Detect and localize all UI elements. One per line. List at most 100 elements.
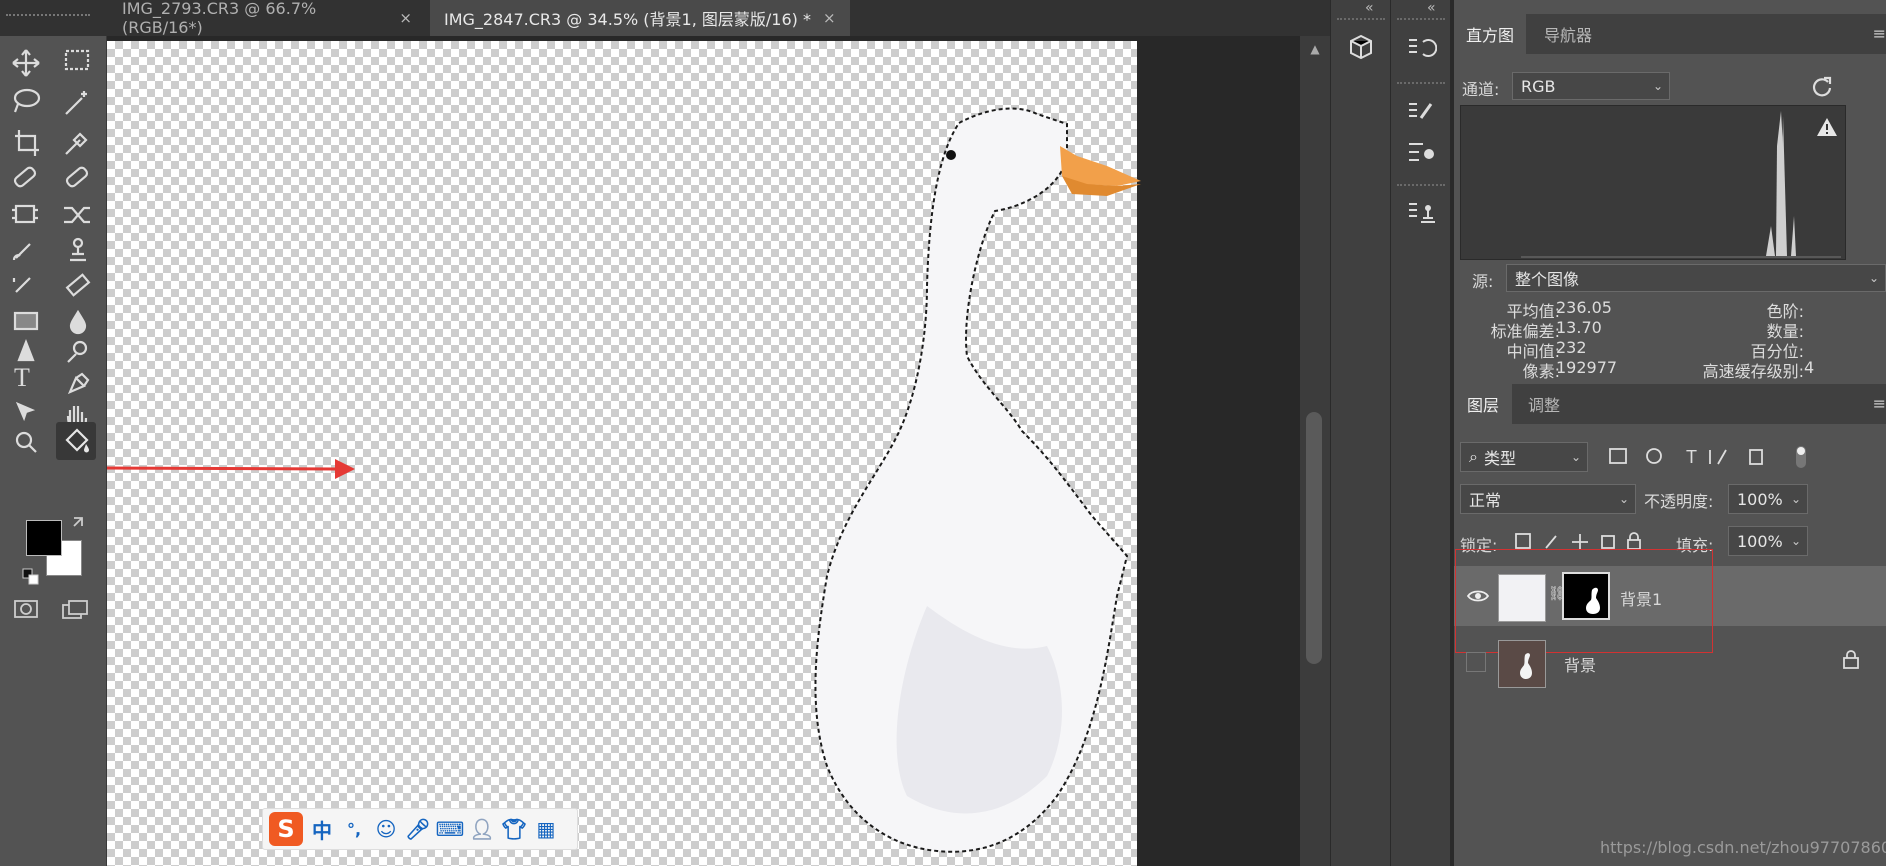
brush-settings-icon[interactable] <box>1405 94 1437 126</box>
lock-transparent-icon <box>1515 533 1531 549</box>
panel-strip-2: « <box>1390 0 1451 866</box>
chevron-down-icon: ⌄ <box>1868 271 1879 285</box>
layer-thumbnail[interactable] <box>1498 640 1546 688</box>
chevron-down-icon: ⌄ <box>1790 492 1801 506</box>
lasso-tool-icon <box>13 88 41 113</box>
clone-source-icon[interactable] <box>1405 196 1437 228</box>
scroll-up-icon[interactable]: ▲ <box>1305 42 1325 62</box>
shirt-icon[interactable]: 👕︎ <box>501 816 527 842</box>
blend-mode-value: 正常 <box>1469 491 1502 510</box>
eyedropper-tool-icon <box>65 132 88 155</box>
histogram-tabs: 直方图 导航器 ≡ <box>1454 14 1886 54</box>
channel-label: 通道: <box>1462 80 1500 99</box>
screen-mode-icon[interactable] <box>60 598 92 622</box>
grid-icon[interactable]: ▦ <box>533 816 559 842</box>
document-tab-img-2847[interactable]: IMG_2847.CR3 @ 34.5% (背景1, 图层蒙版/16) * × <box>430 0 850 36</box>
gradient-tool-icon <box>13 311 39 331</box>
channel-value: RGB <box>1521 76 1556 96</box>
fill-input[interactable]: 100% ⌄ <box>1728 526 1808 556</box>
tab-layers[interactable]: 图层 <box>1454 384 1512 424</box>
stamp-tool-icon <box>70 237 86 262</box>
source-label: 源: <box>1472 272 1494 291</box>
cache-label: 高速缓存级别: <box>1702 362 1804 381</box>
layer-filter-label: 类型 <box>1483 449 1516 468</box>
tab-histogram[interactable]: 直方图 <box>1454 14 1526 54</box>
warning-icon[interactable] <box>1815 116 1839 138</box>
keyboard-icon[interactable]: ⌨︎ <box>436 816 465 842</box>
layer-filter-select[interactable]: ⌕ 类型 ⌄ <box>1460 442 1588 472</box>
panel-strip-1: « <box>1330 0 1391 866</box>
refresh-icon[interactable] <box>1810 74 1834 98</box>
dodge-tool-icon <box>67 340 88 363</box>
zoom-tool-icon <box>15 431 37 453</box>
panel-menu-icon[interactable]: ≡ <box>1873 24 1886 43</box>
ime-mode[interactable]: 中 <box>309 816 335 843</box>
panel-grip <box>1397 82 1445 84</box>
paint-bucket-tool[interactable] <box>56 422 96 460</box>
toolbar-grip[interactable] <box>6 14 90 26</box>
lock-position-icon <box>1572 534 1588 550</box>
healing-brush-tool-icon <box>13 166 37 188</box>
search-icon: ⌕ <box>1469 447 1478 466</box>
median-value: 232 <box>1556 338 1587 357</box>
chevron-down-icon: ⌄ <box>1652 79 1663 93</box>
lock-brush-icon <box>1545 535 1557 549</box>
history-icon[interactable] <box>1405 32 1437 64</box>
default-colors-icon[interactable] <box>22 568 40 586</box>
brush-presets-icon[interactable] <box>1405 136 1437 168</box>
marquee-tool-icon <box>64 49 90 71</box>
tab-adjustments[interactable]: 调整 <box>1512 384 1576 424</box>
chevron-down-icon: ⌄ <box>1790 534 1801 548</box>
microphone-icon[interactable]: 🎤︎ <box>405 816 431 842</box>
3d-icon[interactable] <box>1345 32 1377 64</box>
document-tab-img-2793[interactable]: IMG_2793.CR3 @ 66.7%(RGB/16*) × <box>108 0 426 37</box>
shuffle-tool-icon <box>64 206 90 224</box>
thumbnail-goose-shape <box>1520 653 1532 679</box>
type-tool-icon: T <box>14 363 30 392</box>
quick-mask-icon[interactable] <box>12 598 42 622</box>
annotation-arrow <box>107 459 355 479</box>
opacity-input[interactable]: 100% ⌄ <box>1728 484 1808 514</box>
fill-value: 100% <box>1737 531 1783 551</box>
scrollbar-thumb[interactable] <box>1306 412 1322 664</box>
lock-all-icon <box>1627 539 1641 550</box>
pixels-value: 192977 <box>1556 358 1618 377</box>
mean-value: 236.05 <box>1556 298 1612 317</box>
foreground-color-swatch[interactable] <box>26 520 62 556</box>
collapse-icon[interactable]: « <box>1427 0 1436 16</box>
opacity-label: 不透明度: <box>1644 492 1714 511</box>
panel-grip <box>1397 18 1445 20</box>
ime-punctuation[interactable]: °, <box>341 816 367 842</box>
pixels-label: 像素: <box>1522 362 1560 381</box>
source-select[interactable]: 整个图像 ⌄ <box>1506 264 1886 292</box>
panel-menu-icon[interactable]: ≡ <box>1873 394 1886 413</box>
path-select-tool-icon <box>15 401 36 422</box>
layer-name[interactable]: 背景 <box>1564 652 1596 676</box>
source-value: 整个图像 <box>1515 270 1580 289</box>
eraser-tool-icon <box>65 273 91 297</box>
smart-object-filter-icon <box>1749 449 1763 465</box>
tab-navigator[interactable]: 导航器 <box>1526 14 1610 54</box>
collapse-icon[interactable]: « <box>1365 0 1374 16</box>
type-filter-icon: T <box>1686 447 1697 467</box>
bandage-tool-icon <box>65 166 89 188</box>
swap-colors-icon[interactable] <box>70 514 90 534</box>
blend-mode-select[interactable]: 正常 ⌄ <box>1460 484 1636 514</box>
user-icon[interactable]: 👤︎ <box>469 816 495 842</box>
visibility-toggle[interactable] <box>1466 652 1486 672</box>
panel-grip <box>1337 18 1385 20</box>
layer-row-background[interactable]: 背景 <box>1454 632 1886 692</box>
frame-tool-icon <box>12 204 38 224</box>
lock-artboard-icon <box>1601 535 1615 549</box>
emoji-icon[interactable]: ☺ <box>373 816 399 842</box>
sogou-logo[interactable]: S <box>269 812 303 846</box>
pen-tool-icon <box>67 372 90 395</box>
history-brush-tool-icon <box>12 277 31 293</box>
close-icon[interactable]: × <box>823 9 836 27</box>
close-icon[interactable]: × <box>399 9 412 27</box>
chevron-down-icon: ⌄ <box>1618 492 1629 506</box>
paint-bucket-icon <box>65 428 89 453</box>
channel-select[interactable]: RGB ⌄ <box>1512 72 1670 100</box>
brush-tool-icon <box>12 243 31 261</box>
watermark-text: https://blog.csdn.net/zhou9770786012 <box>1600 838 1886 857</box>
